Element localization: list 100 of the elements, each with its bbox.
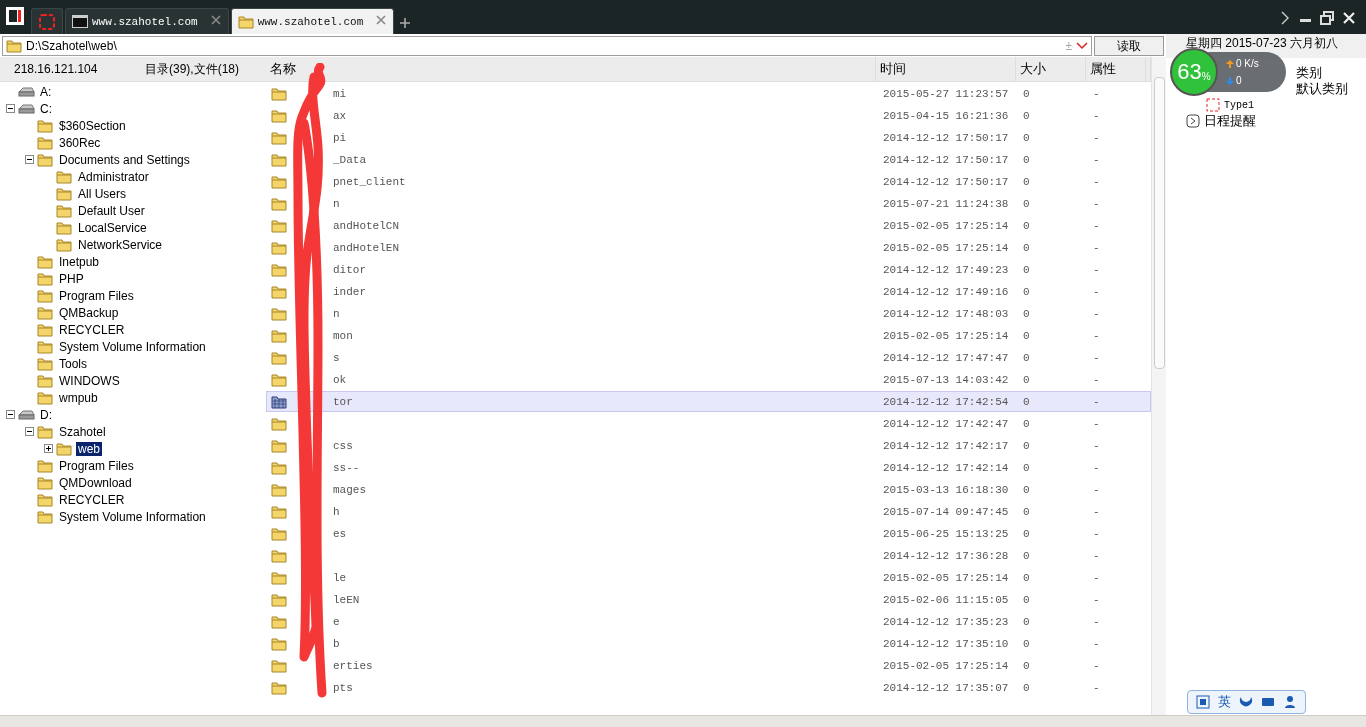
folder-icon [271,481,287,498]
tree-item[interactable]: Type1 [1224,99,1254,111]
modified-time: 2015-02-05 17:25:14 [882,659,1010,672]
table-row[interactable]: ax 2015-04-15 16:21:36 0 - [266,105,1151,126]
browser-tab[interactable] [31,8,63,34]
attributes: - [1092,241,1101,254]
restore-icon[interactable] [1320,11,1334,25]
folder-icon [37,355,54,372]
tree-item[interactable]: QMDownload [57,475,134,490]
folder-icon [37,321,54,338]
tree-item[interactable]: 日程提醒 [1204,112,1256,130]
table-row[interactable]: erties 2015-02-05 17:25:14 0 - [266,655,1151,676]
tree-item[interactable]: RECYCLER [57,492,127,507]
scroll-thumb[interactable] [1153,77,1165,369]
table-row[interactable]: tor 2014-12-12 17:42:54 0 - [266,391,1151,412]
table-row[interactable]: h 2015-07-14 09:47:45 0 - [266,501,1151,522]
table-row[interactable]: leEN 2015-02-06 11:15:05 0 - [266,589,1151,610]
tree-item[interactable]: 类别 [1296,64,1322,82]
tree-item[interactable]: QMBackup [57,305,121,320]
expander-toggle[interactable] [25,155,34,164]
tree-item[interactable]: RECYCLER [57,322,127,337]
tree-item[interactable]: LocalService [76,220,149,235]
browser-tab[interactable]: www.szahotel.com [230,8,395,34]
folder-icon [271,503,287,520]
tree-item[interactable]: Tools [57,356,89,371]
tree-item[interactable]: Administrator [76,169,151,184]
address-field[interactable]: D:\Szahotel\web\ ± [2,36,1092,56]
table-row[interactable]: andHotelEN 2015-02-05 17:25:14 0 - [266,237,1151,258]
tree-item[interactable]: Documents and Settings [57,152,192,167]
table-row[interactable]: b 2014-12-12 17:35:10 0 - [266,633,1151,654]
tree-item[interactable]: Szahotel [57,424,108,439]
folder-icon [37,423,54,440]
tree-item[interactable]: web [76,441,102,456]
expander-toggle[interactable] [6,410,15,419]
table-row[interactable]: ss-- 2014-12-12 17:42:14 0 - [266,457,1151,478]
app-logo-icon[interactable] [5,6,25,26]
person-icon [1283,695,1297,709]
file-name: _Data [333,153,366,166]
tree-item[interactable]: Program Files [57,458,136,473]
tree-item[interactable]: Inetpub [57,254,102,269]
table-row[interactable]: inder 2014-12-12 17:49:16 0 - [266,281,1151,302]
table-row[interactable]: mon 2015-02-05 17:25:14 0 - [266,325,1151,346]
tree-item[interactable]: All Users [76,186,128,201]
table-row[interactable]: s 2014-12-12 17:47:47 0 - [266,347,1151,368]
tree-item[interactable]: 360Rec [57,135,103,150]
file-name: ok [333,373,347,386]
table-row[interactable]: n 2014-12-12 17:48:03 0 - [266,303,1151,324]
table-row[interactable]: ok 2015-07-13 14:03:42 0 - [266,369,1151,390]
table-row[interactable]: n 2015-07-21 11:24:38 0 - [266,193,1151,214]
tree-item[interactable]: NetworkService [76,237,165,252]
folder-icon [37,389,54,406]
file-size: 0 [1022,395,1031,408]
modified-time: 2015-05-27 11:23:57 [882,87,1010,100]
table-row[interactable]: mi 2015-05-27 11:23:57 0 - [266,83,1151,104]
table-row[interactable]: pnet_client 2014-12-12 17:50:17 0 - [266,171,1151,192]
column-header[interactable]: 名称 [266,57,876,81]
browser-tab[interactable]: www.szahotel.com [65,8,229,34]
tree-item[interactable]: System Volume Information [57,339,208,354]
tree-item[interactable]: WINDOWS [57,373,122,388]
expander-toggle[interactable] [25,427,34,436]
folder-icon [271,547,287,564]
column-header[interactable]: 大小 [1016,57,1086,81]
table-row[interactable]: pts 2014-12-12 17:35:07 0 - [266,677,1151,698]
table-row[interactable]: le 2015-02-05 17:25:14 0 - [266,567,1151,588]
tree-item[interactable]: wmpub [57,390,100,405]
new-tab-icon[interactable] [400,18,411,28]
input-mode[interactable]: 英 [1218,693,1231,711]
table-row[interactable]: andHotelCN 2015-02-05 17:25:14 0 - [266,215,1151,236]
table-row[interactable]: e 2014-12-12 17:35:23 0 - [266,611,1151,632]
table-row[interactable]: es 2015-06-25 15:13:25 0 - [266,523,1151,544]
table-row[interactable]: 2014-12-12 17:42:47 0 - [266,413,1151,434]
table-row[interactable]: pi 2014-12-12 17:50:17 0 - [266,127,1151,148]
folder-icon [271,85,287,102]
tree-item[interactable]: A: [38,84,54,99]
table-row[interactable]: mages 2015-03-13 16:18:30 0 - [266,479,1151,500]
tree-item[interactable]: C: [38,101,54,116]
tree-item[interactable]: PHP [57,271,86,286]
column-header[interactable]: 时间 [876,57,1016,81]
tree-item[interactable]: D: [38,407,54,422]
ime-toolbar[interactable]: 英 [1187,690,1306,714]
table-row[interactable]: css 2014-12-12 17:42:17 0 - [266,435,1151,456]
tree-item[interactable]: Default User [76,203,147,218]
attributes: - [1092,197,1101,210]
folder-icon [271,261,287,278]
expander-toggle[interactable] [44,444,53,453]
tree-item[interactable]: 默认类别 [1296,80,1348,98]
tree-item[interactable]: Program Files [57,288,136,303]
scrollbar[interactable] [1151,57,1166,715]
chevron-right-icon[interactable] [1279,11,1291,25]
table-row[interactable]: 2014-12-12 17:36:28 0 - [266,545,1151,566]
column-header[interactable]: 属性 [1086,57,1146,81]
folder-icon [271,437,287,454]
table-row[interactable]: _Data 2014-12-12 17:50:17 0 - [266,149,1151,170]
tree-item[interactable]: $360Section [57,118,128,133]
read-button[interactable]: 读取 [1094,36,1164,56]
caret-icon[interactable] [1076,42,1088,50]
file-name: mages [333,483,366,496]
tree-item[interactable]: System Volume Information [57,509,208,524]
expander-toggle[interactable] [6,104,15,113]
table-row[interactable]: ditor 2014-12-12 17:49:23 0 - [266,259,1151,280]
